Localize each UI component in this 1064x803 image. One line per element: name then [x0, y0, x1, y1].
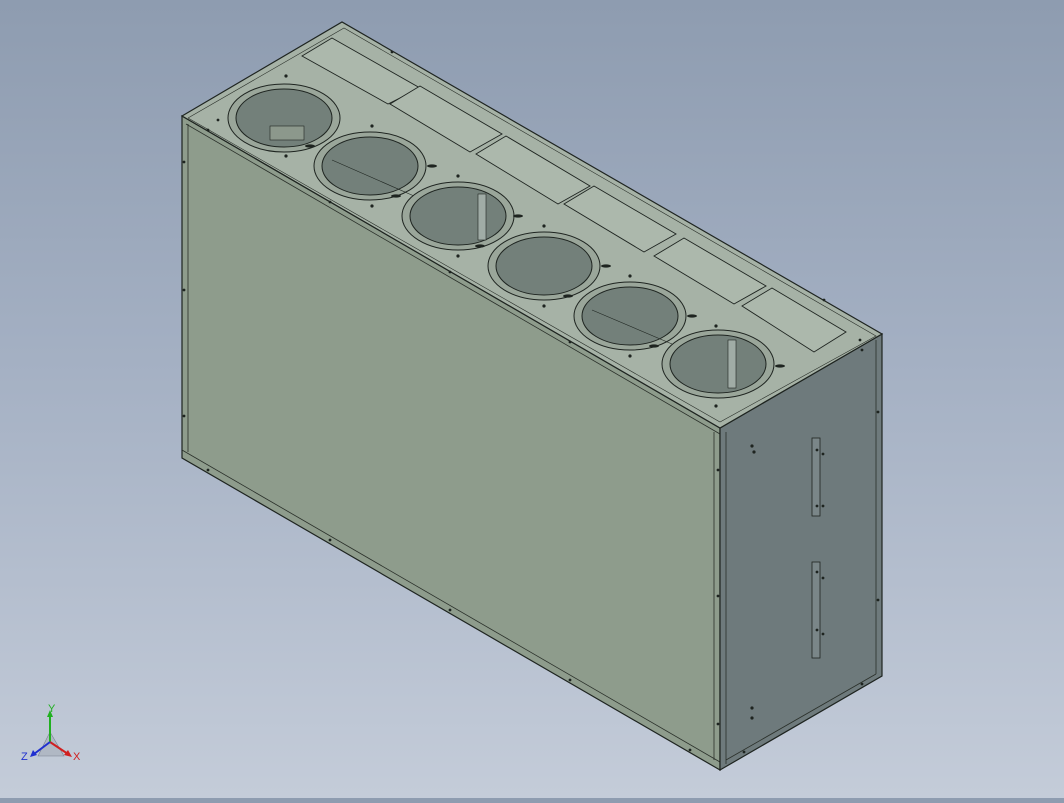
opening-2 — [313, 131, 427, 201]
opening-4 — [487, 231, 601, 301]
3d-viewport[interactable]: Y X Z — [0, 0, 1064, 798]
opening-6 — [661, 329, 775, 399]
cabinet-model[interactable] — [0, 0, 1064, 798]
y-axis-label: Y — [48, 703, 56, 715]
opening-5 — [573, 281, 687, 351]
side-slot-lower — [811, 561, 821, 659]
opening-1 — [227, 83, 341, 153]
z-axis-label: Z — [21, 751, 28, 763]
coordinate-triad: Y X Z — [21, 703, 81, 763]
opening-3 — [401, 181, 515, 251]
x-axis-label: X — [73, 751, 81, 763]
